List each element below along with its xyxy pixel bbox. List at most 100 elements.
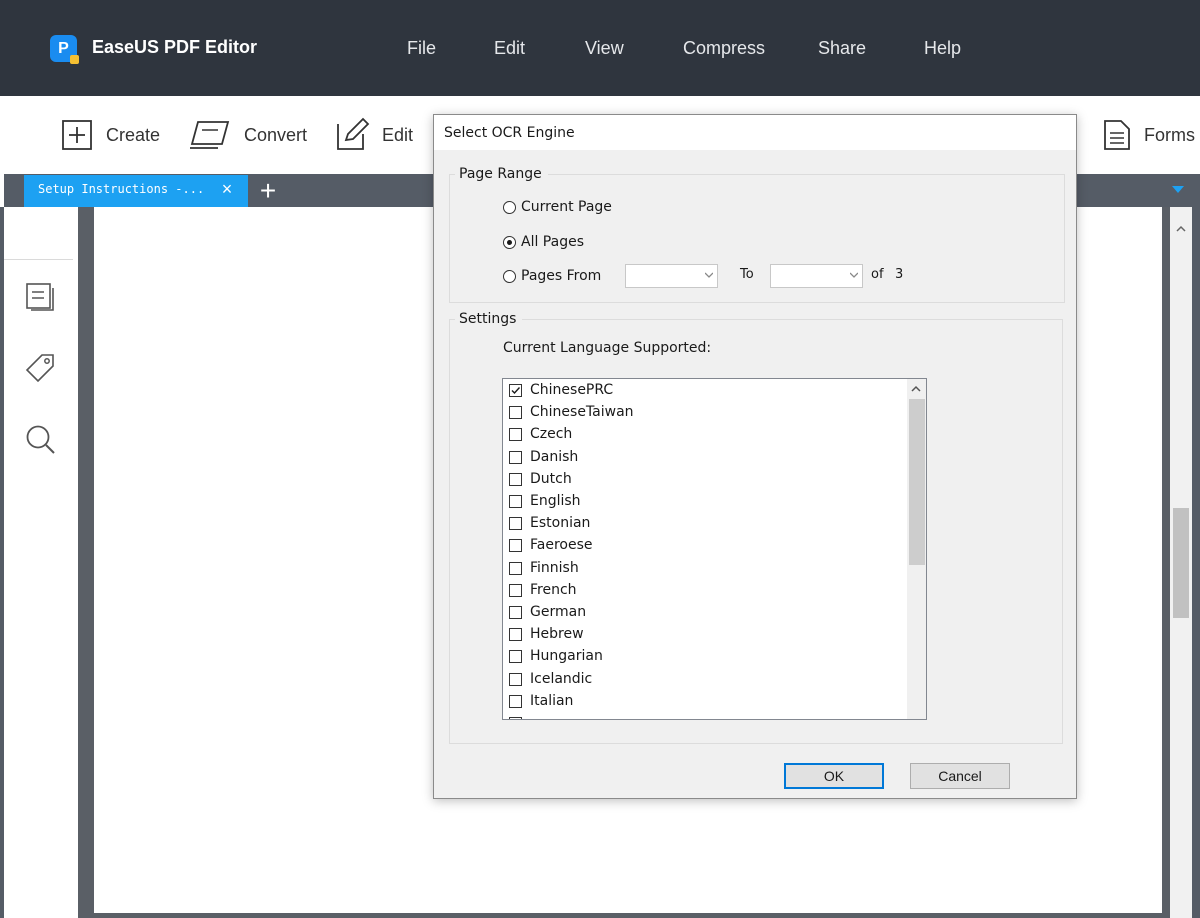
language-label: Hungarian	[530, 648, 603, 665]
language-label: Faeroese	[530, 537, 593, 554]
to-label: To	[740, 267, 754, 282]
sidebar-divider	[4, 259, 73, 260]
language-item-partial[interactable]	[509, 713, 904, 719]
menu-edit[interactable]: Edit	[494, 38, 525, 59]
language-checkbox[interactable]	[509, 517, 522, 531]
language-checkbox[interactable]	[509, 628, 522, 642]
total-pages: 3	[895, 267, 904, 282]
document-background	[78, 207, 94, 918]
ok-button[interactable]: OK	[784, 763, 884, 789]
language-label: ChineseTaiwan	[530, 404, 634, 421]
of-label: of	[871, 267, 884, 282]
language-label: English	[530, 493, 581, 509]
edit-button[interactable]: Edit	[334, 116, 418, 152]
settings-title: Settings	[455, 311, 523, 327]
menu-file[interactable]: File	[407, 38, 436, 59]
pages-from-label[interactable]: Pages From	[521, 268, 601, 284]
language-checkbox[interactable]	[509, 650, 522, 664]
language-item[interactable]: Icelandic	[509, 669, 904, 691]
language-checkbox[interactable]	[509, 384, 522, 397]
language-list-scrollbar-thumb[interactable]	[909, 399, 925, 565]
language-item[interactable]: ChineseTaiwan	[509, 402, 904, 424]
language-item[interactable]: Italian	[509, 691, 904, 713]
chevron-down-icon	[850, 272, 858, 278]
forms-document-icon	[1104, 120, 1130, 150]
list-scroll-up-arrow-icon[interactable]	[911, 385, 921, 393]
dialog-title: Select OCR Engine	[444, 125, 575, 141]
convert-icon	[190, 121, 230, 149]
language-item[interactable]: Finnish	[509, 558, 904, 580]
current-page-label[interactable]: Current Page	[521, 199, 612, 215]
from-page-select[interactable]	[625, 264, 718, 288]
language-checkbox[interactable]	[509, 561, 522, 575]
language-checkbox[interactable]	[509, 428, 522, 442]
app-title: EaseUS PDF Editor	[92, 37, 258, 57]
language-item[interactable]: French	[509, 580, 904, 602]
menu-share[interactable]: Share	[818, 38, 866, 59]
language-checkbox[interactable]	[509, 539, 522, 553]
pages-from-radio[interactable]	[503, 270, 516, 283]
language-item[interactable]: Dutch	[509, 469, 904, 491]
to-page-select[interactable]	[770, 264, 863, 288]
sidebar	[4, 207, 78, 918]
language-caption: Current Language Supported:	[503, 340, 712, 356]
language-label: Danish	[530, 448, 579, 465]
convert-button[interactable]: Convert	[188, 118, 308, 152]
language-checkbox[interactable]	[509, 495, 522, 508]
menu-compress[interactable]: Compress	[683, 38, 765, 59]
language-checkbox[interactable]	[509, 472, 522, 486]
language-item[interactable]: Danish	[509, 447, 904, 469]
language-item[interactable]: German	[509, 602, 904, 624]
language-label: Italian	[530, 692, 574, 709]
language-checkbox[interactable]	[509, 583, 522, 597]
checkmark-icon	[511, 387, 521, 395]
edit-label: Edit	[382, 125, 414, 145]
language-label: Icelandic	[530, 670, 593, 687]
language-checkbox[interactable]	[509, 406, 522, 420]
app-logo-icon: P	[50, 35, 79, 64]
document-scrollbar-thumb[interactable]	[1173, 508, 1189, 618]
all-pages-label[interactable]: All Pages	[521, 234, 584, 250]
language-label: ChinesePRC	[530, 382, 614, 398]
language-checkbox[interactable]	[509, 694, 522, 708]
forms-button[interactable]: Forms	[1103, 118, 1200, 152]
all-pages-radio[interactable]	[503, 236, 516, 249]
language-item[interactable]: Estonian	[509, 513, 904, 535]
language-item[interactable]: English	[509, 491, 904, 513]
window-right-edge	[1192, 207, 1200, 918]
language-checkbox[interactable]	[509, 672, 522, 686]
current-page-radio[interactable]	[503, 201, 516, 214]
language-label: German	[530, 604, 587, 620]
language-item[interactable]: Faeroese	[509, 535, 904, 557]
convert-label: Convert	[244, 125, 308, 145]
search-icon[interactable]	[25, 424, 57, 456]
create-label: Create	[106, 125, 161, 145]
document-background-right	[1162, 207, 1170, 918]
document-background-bottom	[78, 913, 1168, 918]
chevron-down-icon	[705, 272, 713, 278]
bookmark-tag-icon[interactable]	[24, 352, 56, 384]
language-item[interactable]: Hungarian	[509, 646, 904, 668]
plus-box-icon	[62, 120, 92, 150]
language-label: Hebrew	[530, 626, 584, 643]
scroll-up-arrow-icon[interactable]	[1176, 224, 1186, 234]
language-label: Dutch	[530, 470, 572, 487]
language-checkbox[interactable]	[509, 717, 522, 719]
pages-icon[interactable]	[25, 281, 55, 311]
tab-close-icon[interactable]: ×	[218, 180, 236, 198]
tab-list-dropdown-icon[interactable]	[1172, 186, 1184, 193]
language-checkbox[interactable]	[509, 606, 522, 619]
language-label: Finnish	[530, 559, 579, 576]
language-item[interactable]: ChinesePRC	[509, 380, 904, 402]
language-label: Czech	[530, 426, 573, 443]
menu-help[interactable]: Help	[924, 38, 961, 59]
menu-view[interactable]: View	[585, 38, 624, 59]
language-checkbox[interactable]	[509, 450, 522, 464]
language-label: Estonian	[530, 515, 591, 532]
new-tab-plus-icon[interactable]: +	[257, 177, 279, 205]
language-item[interactable]: Hebrew	[509, 624, 904, 646]
language-item[interactable]: Czech	[509, 424, 904, 446]
cancel-button[interactable]: Cancel	[910, 763, 1010, 789]
language-list: ChinesePRC ChineseTaiwan Czech Danish Dutch E…	[502, 378, 927, 720]
create-button[interactable]: Create	[60, 118, 168, 152]
